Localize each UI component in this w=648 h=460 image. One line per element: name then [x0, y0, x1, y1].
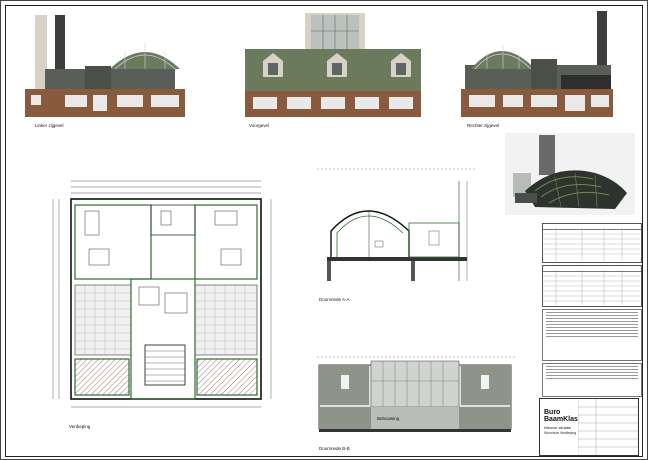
left-elevation [25, 15, 185, 117]
floor-plan-caption: Verdieping [69, 424, 91, 429]
section-b-room-label: Bebouwing [377, 416, 400, 421]
notes-box [542, 309, 642, 361]
front-elevation-caption: Voorgevel [249, 123, 270, 128]
table-grid-lines [542, 228, 640, 305]
title-block-grid [578, 399, 638, 455]
render-3d [505, 133, 635, 215]
section-b [317, 356, 517, 432]
title-block: Buro BaamKlas Nieuwe situatie Woonhuis V… [539, 398, 639, 456]
section-a [317, 168, 477, 281]
drawing-sheet: Linker zijgevel Voorgevel Rechter zijgev… [0, 0, 648, 460]
project-subtitle: Woonhuis Verdieping [544, 431, 576, 435]
left-elevation-caption: Linker zijgevel [35, 123, 64, 128]
section-a-caption: Doorsnede A-A [319, 297, 350, 302]
company-logo: Buro BaamKlas [544, 409, 578, 423]
right-elevation-caption: Rechter zijgevel [467, 123, 500, 128]
project-title: Nieuwe situatie [544, 425, 572, 430]
right-elevation [461, 11, 613, 117]
section-b-caption: Doorsnede B-B [319, 446, 350, 451]
front-elevation [245, 13, 421, 117]
legend-box [542, 363, 642, 397]
floor-plan [52, 180, 272, 408]
